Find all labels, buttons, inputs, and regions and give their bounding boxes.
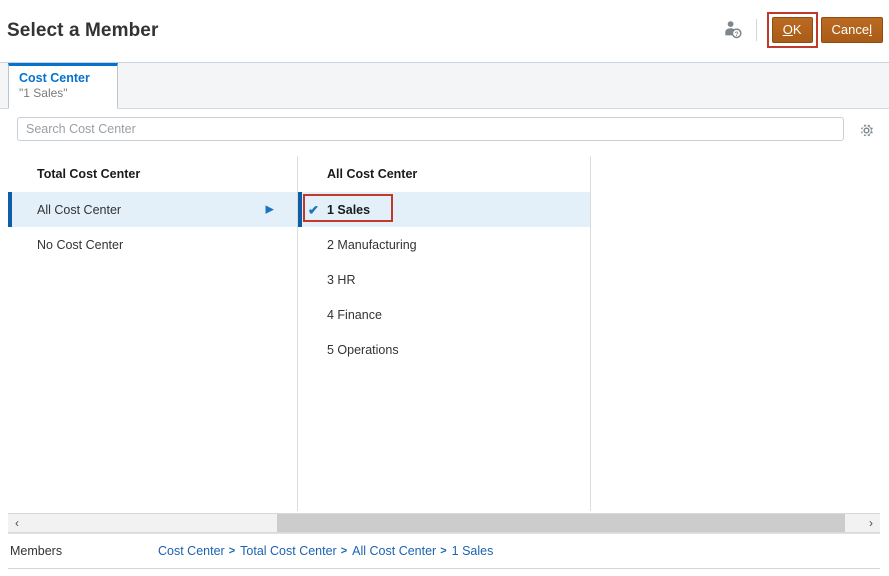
list-item[interactable]: 5 Operations bbox=[298, 332, 590, 367]
ok-button-highlight: OK bbox=[767, 12, 818, 48]
tab-cost-center-label: Cost Center bbox=[19, 70, 109, 86]
tab-cost-center-subtitle: "1 Sales" bbox=[19, 86, 109, 101]
list-item-label: 5 Operations bbox=[327, 343, 399, 357]
scrollbar-track[interactable] bbox=[26, 514, 862, 532]
dialog-header: Select a Member ? OK Cancel bbox=[0, 0, 889, 62]
list-item[interactable]: No Cost Center bbox=[8, 227, 297, 262]
check-icon: ✔ bbox=[308, 203, 319, 216]
list-item-label: 3 HR bbox=[327, 273, 355, 287]
search-input[interactable] bbox=[17, 117, 844, 141]
list-item[interactable]: 2 Manufacturing bbox=[298, 227, 590, 262]
tab-strip: Cost Center "1 Sales" bbox=[0, 63, 889, 109]
cancel-button[interactable]: Cancel bbox=[821, 17, 883, 43]
ok-button[interactable]: OK bbox=[772, 17, 813, 43]
chevron-right-icon[interactable]: ▶ bbox=[266, 204, 274, 215]
list-item-label: 1 Sales bbox=[327, 203, 370, 217]
list-item-label: 2 Manufacturing bbox=[327, 238, 417, 252]
header-divider bbox=[756, 19, 757, 41]
breadcrumb-item-1-sales[interactable]: 1 Sales bbox=[452, 544, 494, 558]
header-actions: ? OK Cancel bbox=[720, 14, 883, 46]
scroll-left-icon[interactable]: ‹ bbox=[8, 514, 26, 532]
breadcrumb-item-cost-center[interactable]: Cost Center bbox=[158, 544, 225, 558]
members-label: Members bbox=[8, 544, 158, 558]
list-item-label: All Cost Center bbox=[37, 203, 121, 217]
list-item-label: 4 Finance bbox=[327, 308, 382, 322]
page-title: Select a Member bbox=[7, 20, 158, 42]
list-item[interactable]: All Cost Center ▶ bbox=[8, 192, 297, 227]
column-total-cost-center: Total Cost Center All Cost Center ▶ No C… bbox=[8, 156, 297, 511]
column-header: All Cost Center bbox=[298, 156, 590, 192]
member-columns: Total Cost Center All Cost Center ▶ No C… bbox=[8, 156, 880, 511]
scrollbar-thumb[interactable] bbox=[277, 514, 845, 532]
ok-button-accel: O bbox=[783, 22, 793, 37]
gear-icon[interactable] bbox=[856, 120, 876, 140]
breadcrumb-separator: > bbox=[341, 545, 347, 557]
horizontal-scrollbar[interactable]: ‹ › bbox=[8, 513, 880, 533]
cancel-button-label: Cance bbox=[832, 22, 870, 37]
breadcrumb: Cost Center > Total Cost Center > All Co… bbox=[158, 544, 493, 558]
cancel-button-accel: l bbox=[869, 22, 872, 37]
column-header: Total Cost Center bbox=[8, 156, 297, 192]
breadcrumb-separator: > bbox=[440, 545, 446, 557]
breadcrumb-item-total-cost-center[interactable]: Total Cost Center bbox=[240, 544, 337, 558]
tab-cost-center[interactable]: Cost Center "1 Sales" bbox=[8, 63, 118, 109]
list-item[interactable]: ✔ 1 Sales bbox=[298, 192, 590, 227]
breadcrumb-separator: > bbox=[229, 545, 235, 557]
column-all-cost-center: All Cost Center ✔ 1 Sales 2 Manufacturin… bbox=[297, 156, 590, 511]
breadcrumb-item-all-cost-center[interactable]: All Cost Center bbox=[352, 544, 436, 558]
column-header bbox=[591, 156, 880, 192]
ok-button-label: K bbox=[793, 22, 802, 37]
list-item[interactable]: 4 Finance bbox=[298, 297, 590, 332]
user-unavailable-icon: ? bbox=[720, 17, 746, 43]
dialog-body: Cost Center "1 Sales" Total Cost Center … bbox=[0, 62, 889, 576]
svg-text:?: ? bbox=[734, 31, 738, 38]
scroll-right-icon[interactable]: › bbox=[862, 514, 880, 532]
column-empty bbox=[590, 156, 880, 511]
search-row bbox=[0, 109, 889, 149]
select-member-dialog: Select a Member ? OK Cancel Cost Center bbox=[0, 0, 889, 576]
members-footer: Members Cost Center > Total Cost Center … bbox=[8, 533, 880, 569]
list-item-label: No Cost Center bbox=[37, 238, 123, 252]
list-item[interactable]: 3 HR bbox=[298, 262, 590, 297]
